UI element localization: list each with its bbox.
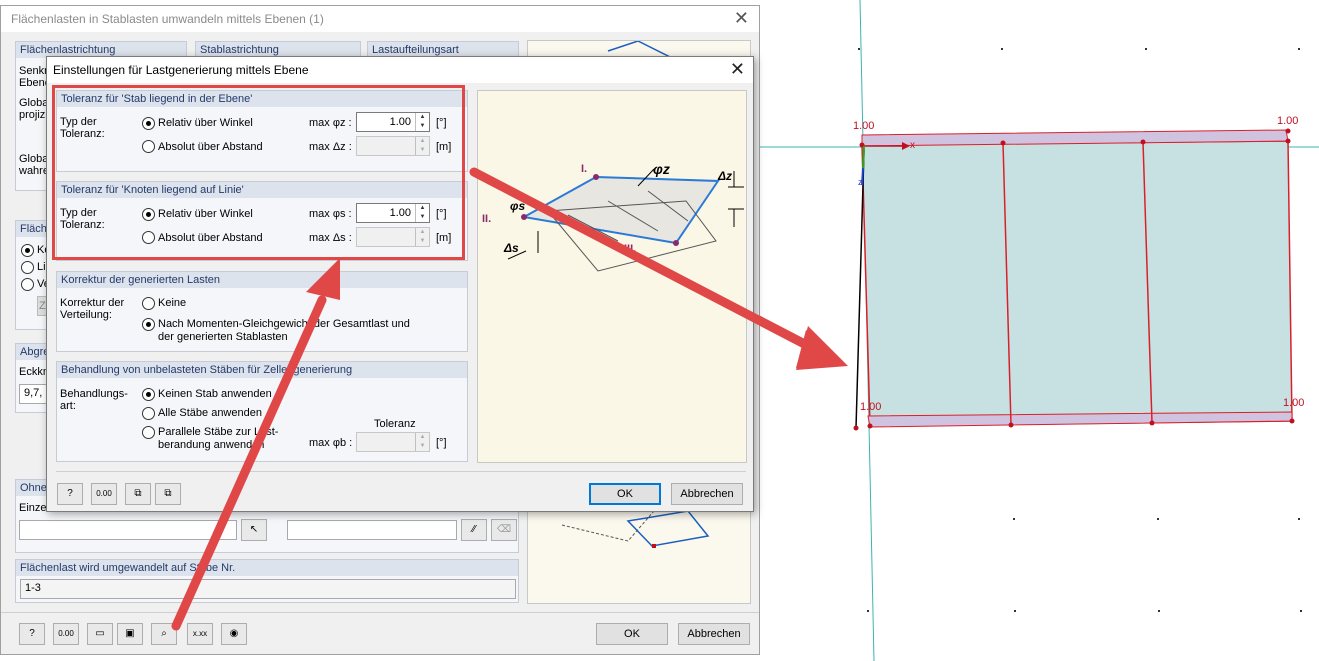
close-icon[interactable]: ✕ bbox=[734, 9, 749, 27]
node-label: 1.00 bbox=[853, 120, 875, 132]
diagram-drawing bbox=[507, 168, 744, 272]
members-input-right[interactable] bbox=[287, 520, 457, 540]
pick-icon[interactable]: ↖ bbox=[241, 519, 267, 541]
group3-option-moment-2: der generierten Stablasten bbox=[158, 331, 288, 343]
group4-radio-parallel[interactable] bbox=[142, 426, 155, 439]
units-icon[interactable]: 0.00 bbox=[53, 623, 79, 645]
corner-nodes-input[interactable]: 9,7, bbox=[19, 384, 49, 404]
main-ok-button[interactable]: OK bbox=[596, 623, 668, 645]
tolerance-diagram: I. II. III. φz φs Δz Δs bbox=[477, 90, 747, 463]
diagram-phi-s: φs bbox=[510, 199, 526, 213]
save-icon[interactable]: ▣ bbox=[117, 623, 143, 645]
node bbox=[1285, 138, 1291, 144]
group4-tolerance-header: Toleranz bbox=[374, 418, 416, 430]
export-icon[interactable]: ⧉ bbox=[155, 483, 181, 505]
close-icon[interactable]: ✕ bbox=[730, 60, 745, 78]
group3-option-moment-1: Nach Momenten-Gleichgewicht der Gesamtla… bbox=[158, 318, 410, 330]
radio-ve[interactable] bbox=[21, 278, 34, 291]
node bbox=[1008, 422, 1014, 428]
node-label: 1.00 bbox=[1283, 397, 1305, 409]
radio-lin[interactable] bbox=[21, 261, 34, 274]
diagram-delta-s: Δs bbox=[504, 241, 519, 255]
axis-x-label: x bbox=[910, 140, 915, 151]
node bbox=[1140, 139, 1146, 145]
node-label: 1.00 bbox=[860, 401, 882, 413]
diagram-delta-z: Δz bbox=[718, 169, 733, 183]
decimal-icon[interactable]: x.xx bbox=[187, 623, 213, 645]
main-cancel-button[interactable]: Abbrechen bbox=[678, 623, 750, 645]
import-icon[interactable]: ⧉ bbox=[125, 483, 151, 505]
node bbox=[1289, 418, 1295, 424]
open-icon[interactable]: ▭ bbox=[87, 623, 113, 645]
radio-ko[interactable] bbox=[21, 244, 34, 257]
group4-option-all: Alle Stäbe anwenden bbox=[158, 407, 262, 419]
snip-projizi: projizi bbox=[19, 109, 48, 121]
sub-dialog-title: Einstellungen für Lastgenerierung mittel… bbox=[53, 63, 309, 77]
edge-line bbox=[855, 149, 865, 429]
highlight-frame bbox=[52, 85, 465, 260]
view-icon[interactable]: ◉ bbox=[221, 623, 247, 645]
group4-max-phi-label: max φb : bbox=[309, 437, 353, 449]
help-icon[interactable]: ? bbox=[19, 623, 45, 645]
group3-label: Korrektur der Verteilung: bbox=[60, 297, 125, 321]
group4-option-parallel-1: Parallele Stäbe zur Last- bbox=[158, 426, 279, 438]
node bbox=[853, 425, 859, 431]
node bbox=[1149, 420, 1155, 426]
diagram-phi-z: φz bbox=[653, 161, 670, 177]
group4-unit: [°] bbox=[436, 437, 447, 449]
group4-option-parallel-2: berandung anwenden bbox=[158, 439, 265, 451]
group3-header: Korrektur der generierten Lasten bbox=[57, 272, 467, 288]
help-icon[interactable]: ? bbox=[57, 483, 83, 505]
sub-ok-button[interactable]: OK bbox=[589, 483, 661, 505]
node bbox=[867, 423, 873, 429]
node-label: 1.00 bbox=[1277, 115, 1299, 127]
group3-option-none: Keine bbox=[158, 297, 187, 309]
diagram-node-1: I. bbox=[581, 163, 588, 175]
units-icon[interactable]: 0.00 bbox=[91, 483, 117, 505]
members-input-left[interactable] bbox=[19, 520, 237, 540]
diagram-node-2: II. bbox=[482, 213, 492, 225]
sub-cancel-button[interactable]: Abbrechen bbox=[671, 483, 743, 505]
search-icon[interactable]: ⌕ bbox=[151, 623, 177, 645]
snip-wahre: wahre bbox=[19, 165, 49, 177]
group3-radio-moment[interactable] bbox=[142, 318, 155, 331]
group4-header: Behandlung von unbelasteten Stäben für Z… bbox=[57, 362, 467, 378]
main-titlebar: Flächenlasten in Stablasten umwandeln mi… bbox=[1, 6, 759, 32]
group3-radio-none[interactable] bbox=[142, 297, 155, 310]
group4-label: Behandlungs-art: bbox=[60, 388, 128, 412]
group4-radio-none[interactable] bbox=[142, 388, 155, 401]
surface-plate bbox=[861, 140, 1293, 427]
settings-dialog: Einstellungen für Lastgenerierung mittel… bbox=[46, 56, 754, 512]
converted-label: Flächenlast wird umgewandelt auf Stäbe N… bbox=[16, 560, 518, 576]
group4-max-phi-input[interactable]: ▲ ▼ bbox=[356, 432, 430, 452]
node bbox=[1285, 128, 1291, 134]
sub-titlebar: Einstellungen für Lastgenerierung mittel… bbox=[47, 57, 753, 83]
diagram-node-3: III. bbox=[624, 243, 637, 255]
converted-members-value: 1-3 bbox=[20, 579, 516, 599]
node bbox=[1000, 140, 1006, 146]
main-dialog-title: Flächenlasten in Stablasten umwandeln mi… bbox=[11, 12, 324, 26]
local-y-axis bbox=[862, 145, 865, 171]
pick-multi-icon[interactable]: ⁄⁄ bbox=[461, 519, 487, 541]
snip-einzel: Einzel bbox=[19, 502, 49, 514]
group4-option-none: Keinen Stab anwenden bbox=[158, 388, 272, 400]
group4-radio-all[interactable] bbox=[142, 407, 155, 420]
clear-icon[interactable]: ⌫ bbox=[491, 519, 517, 541]
snip-senkr: Senkr bbox=[19, 65, 48, 77]
axis-z-label: z bbox=[858, 177, 863, 187]
